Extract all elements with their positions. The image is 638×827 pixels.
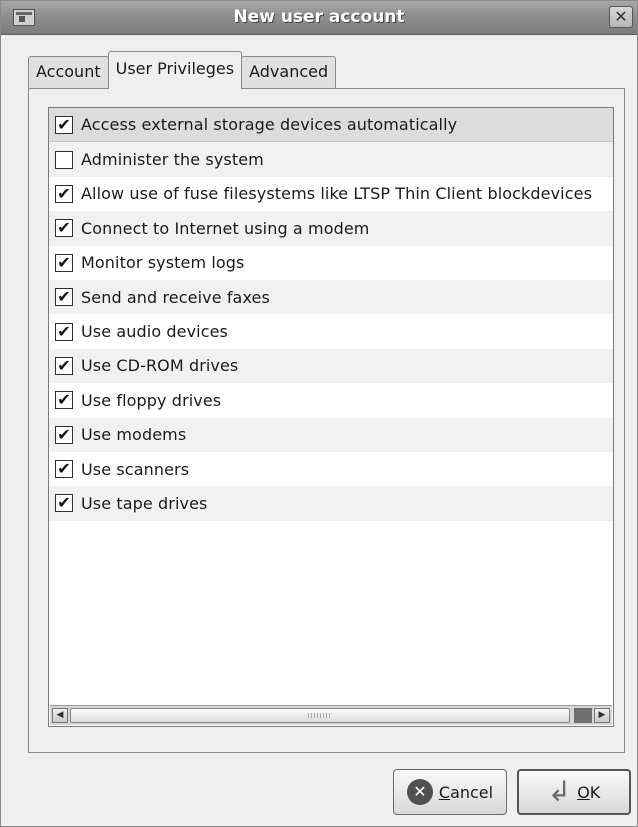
privileges-list: ✔ Access external storage devices automat… [48,107,614,727]
privilege-row[interactable]: ✔ Monitor system logs [49,246,613,280]
privilege-row[interactable]: ✔ Use scanners [49,452,613,486]
privilege-row[interactable]: ✔ Access external storage devices automat… [49,108,613,143]
privilege-label: Send and receive faxes [81,287,270,307]
privilege-row[interactable]: ✔ Use tape drives [49,486,613,521]
checkbox-checked[interactable]: ✔ [55,460,73,479]
cancel-icon: ✕ [406,779,433,805]
cancel-label-rest: ancel [450,782,494,802]
privilege-label: Use modems [81,425,187,445]
checkbox-checked[interactable]: ✔ [55,425,73,444]
privilege-label: Connect to Internet using a modem [81,218,370,238]
privilege-label: Use floppy drives [81,390,222,410]
ok-label-rest: K [589,782,601,802]
privilege-row[interactable]: ✔ Use modems [49,417,613,452]
scroll-left-arrow-icon[interactable]: ◀ [52,708,68,723]
privilege-label: Use tape drives [81,493,208,513]
privilege-row[interactable]: ✔ Send and receive faxes [49,279,613,315]
cancel-button[interactable]: ✕ Cancel [393,769,507,815]
checkbox-checked[interactable]: ✔ [55,391,73,410]
checkbox-checked[interactable]: ✔ [55,288,73,307]
checkbox-checked[interactable]: ✔ [55,356,73,375]
close-button[interactable]: ✕ [609,6,633,28]
privilege-label: Monitor system logs [81,253,245,273]
privilege-label: Use CD-ROM drives [81,356,239,376]
privilege-label: Use scanners [81,459,190,479]
tab-advanced[interactable]: Advanced [241,56,337,89]
privilege-row[interactable]: ✔ Use floppy drives [49,383,613,417]
checkbox-checked[interactable]: ✔ [55,115,73,134]
user-privileges-panel: ✔ Access external storage devices automat… [28,88,625,753]
checkbox-unchecked[interactable] [55,150,73,169]
privilege-label: Access external storage devices automati… [81,115,458,135]
ok-mnemonic: O [577,782,590,802]
ok-button-label: OK [577,783,600,802]
scroll-right-arrow-icon[interactable]: ▶ [594,708,610,723]
privilege-label: Use audio devices [81,322,228,342]
tab-account[interactable]: Account [28,56,109,89]
checkbox-checked[interactable]: ✔ [55,322,73,341]
privileges-rows: ✔ Access external storage devices automat… [49,108,613,521]
privilege-label: Administer the system [81,150,264,170]
checkbox-checked[interactable]: ✔ [55,494,73,513]
privilege-row[interactable]: ✔ Connect to Internet using a modem [49,211,613,246]
ok-button[interactable]: ↲ OK [517,769,631,815]
window-title: New user account [233,7,405,27]
privilege-row[interactable]: ✔ Allow use of fuse filesystems like LTSP… [49,177,613,211]
privilege-row[interactable]: Administer the system [49,142,613,177]
new-user-account-dialog: New user account ✕ Account User Privileg… [0,0,638,827]
scrollbar-grip [308,713,332,718]
checkbox-checked[interactable]: ✔ [55,253,73,272]
privilege-row[interactable]: ✔ Use audio devices [49,314,613,348]
privilege-label: Allow use of fuse filesystems like LTSP … [81,184,593,204]
checkbox-checked[interactable]: ✔ [55,184,73,203]
tab-bar: Account User Privileges Advanced [28,51,337,89]
cancel-button-label: Cancel [439,783,493,802]
title-bar[interactable]: New user account ✕ [1,1,637,35]
cancel-mnemonic: C [438,782,451,802]
enter-arrow-icon: ↲ [547,775,572,808]
checkbox-checked[interactable]: ✔ [55,219,73,238]
privilege-row[interactable]: ✔ Use CD-ROM drives [49,348,613,384]
horizontal-scrollbar[interactable]: ◀ ▶ [50,705,612,725]
scrollbar-track-end [574,708,592,723]
scrollbar-thumb[interactable] [70,708,570,723]
tab-user-privileges[interactable]: User Privileges [107,51,243,89]
